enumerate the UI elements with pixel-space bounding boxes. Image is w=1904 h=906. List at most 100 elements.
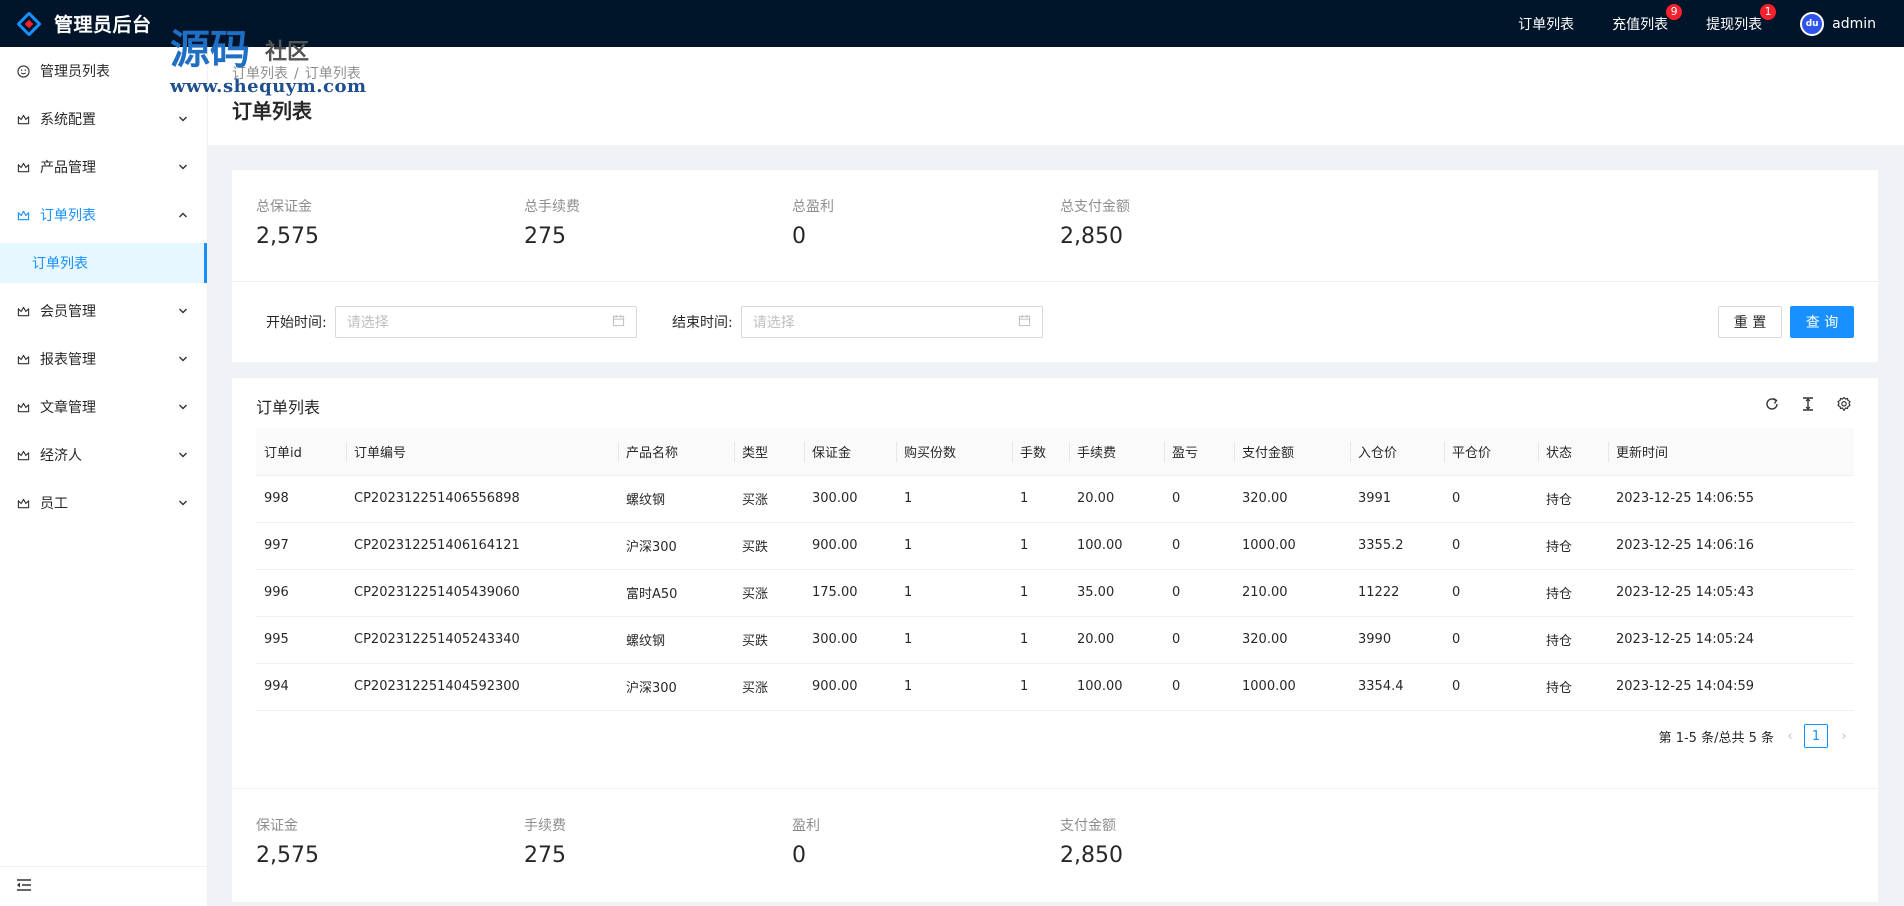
sidebar-collapse-button[interactable] bbox=[0, 866, 208, 906]
crown-icon bbox=[16, 208, 30, 222]
cell-pnl: 0 bbox=[1164, 616, 1234, 664]
cell-lots: 1 bbox=[1012, 663, 1069, 711]
column-header: 盈亏 bbox=[1164, 428, 1234, 476]
cell-payment: 1000.00 bbox=[1234, 663, 1350, 711]
header-link-orders[interactable]: 订单列表 bbox=[1518, 14, 1574, 34]
chevron-down-icon bbox=[177, 497, 189, 509]
cell-id: 996 bbox=[256, 569, 346, 617]
cell-product: 富时A50 bbox=[618, 569, 734, 617]
table-title: 订单列表 bbox=[256, 398, 321, 417]
cell-lots: 1 bbox=[1012, 616, 1069, 664]
table-row[interactable]: 997 CP202312251406164121 沪深300 买跌 900.00 1 1 10… bbox=[256, 522, 1854, 570]
avatar: du bbox=[1800, 11, 1825, 36]
cell-close-price: 0 bbox=[1444, 569, 1538, 617]
column-height-icon[interactable] bbox=[1798, 394, 1818, 414]
sidebar-item-label: 会员管理 bbox=[40, 304, 96, 320]
breadcrumb-item[interactable]: 订单列表 bbox=[232, 66, 288, 82]
header-link-recharge[interactable]: 充值列表 9 bbox=[1612, 3, 1683, 34]
cell-shares: 1 bbox=[896, 663, 1012, 711]
sidebar-item-label: 订单列表 bbox=[40, 208, 96, 224]
cell-updated: 2023-12-25 14:04:59 bbox=[1608, 663, 1854, 711]
column-header: 类型 bbox=[734, 428, 804, 476]
reload-icon[interactable] bbox=[1762, 394, 1782, 414]
cell-pnl: 0 bbox=[1164, 663, 1234, 711]
cell-open-price: 3354.4 bbox=[1350, 663, 1444, 711]
sidebar-item-members[interactable]: 会员管理 bbox=[0, 287, 207, 335]
user-menu[interactable]: du admin bbox=[1800, 11, 1876, 36]
table-toolbar bbox=[1746, 394, 1854, 414]
end-time-label: 结束时间: bbox=[672, 315, 733, 331]
chevron-left-icon[interactable]: ‹ bbox=[1780, 729, 1800, 744]
query-button[interactable]: 查 询 bbox=[1790, 306, 1854, 338]
end-time-field: 结束时间: 请选择 bbox=[672, 306, 1043, 338]
column-header: 订单编号 bbox=[346, 428, 618, 476]
sidebar-item-staff[interactable]: 员工 bbox=[0, 479, 207, 527]
start-time-picker[interactable]: 请选择 bbox=[334, 306, 637, 338]
cell-status: 持仓 bbox=[1538, 522, 1608, 570]
cell-id: 998 bbox=[256, 475, 346, 523]
column-header: 订单id bbox=[256, 428, 346, 476]
sidebar-item-reports[interactable]: 报表管理 bbox=[0, 335, 207, 383]
crown-icon bbox=[16, 304, 30, 318]
header-link-withdraw[interactable]: 提现列表 1 bbox=[1706, 3, 1777, 34]
cell-lots: 1 bbox=[1012, 569, 1069, 617]
cell-payment: 320.00 bbox=[1234, 616, 1350, 664]
summary-payment: 支付金额 2,850 bbox=[1060, 818, 1123, 868]
sidebar-subitem-order-list[interactable]: 订单列表 bbox=[0, 243, 207, 283]
end-time-picker[interactable]: 请选择 bbox=[740, 306, 1043, 338]
sidebar-item-label: 文章管理 bbox=[40, 400, 96, 416]
sidebar-item-admin-list[interactable]: 管理员列表 bbox=[0, 47, 207, 95]
sidebar-item-articles[interactable]: 文章管理 bbox=[0, 383, 207, 431]
order-table-card: 订单列表 订单id 订单编号 产品名称 类型 保证金 购买份数 手数 手续费 盈… bbox=[232, 378, 1878, 788]
sidebar-item-label: 经济人 bbox=[40, 448, 82, 464]
cell-close-price: 0 bbox=[1444, 475, 1538, 523]
chevron-right-icon[interactable]: › bbox=[1834, 729, 1854, 744]
table-row[interactable]: 994 CP202312251404592300 沪深300 买涨 900.00 1 1 10… bbox=[256, 663, 1854, 711]
logo[interactable]: 管理员后台 bbox=[0, 0, 210, 47]
cell-payment: 1000.00 bbox=[1234, 522, 1350, 570]
recharge-badge: 9 bbox=[1666, 3, 1683, 20]
page-button[interactable]: 1 bbox=[1804, 724, 1828, 748]
crown-icon bbox=[16, 112, 30, 126]
sidebar-item-products[interactable]: 产品管理 bbox=[0, 143, 207, 191]
table-row[interactable]: 996 CP202312251405439060 富时A50 买涨 175.00 1 1 35… bbox=[256, 569, 1854, 617]
crown-icon bbox=[16, 400, 30, 414]
page-header: 订单列表 / 订单列表 订单列表 bbox=[208, 47, 1904, 145]
smile-icon bbox=[16, 64, 30, 78]
sidebar-item-brokers[interactable]: 经济人 bbox=[0, 431, 207, 479]
cell-status: 持仓 bbox=[1538, 569, 1608, 617]
cell-open-price: 3990 bbox=[1350, 616, 1444, 664]
cell-updated: 2023-12-25 14:06:55 bbox=[1608, 475, 1854, 523]
table-row[interactable]: 995 CP202312251405243340 螺纹钢 买跌 300.00 1 1 20.0… bbox=[256, 616, 1854, 664]
start-time-field: 开始时间: 请选择 bbox=[266, 306, 637, 338]
cell-type: 买跌 bbox=[734, 522, 804, 570]
cell-shares: 1 bbox=[896, 475, 1012, 523]
sidebar: 管理员列表 系统配置 产品管理 订单列表 订单列表 会员管理 报表管理 文章管理… bbox=[0, 47, 208, 906]
cell-shares: 1 bbox=[896, 569, 1012, 617]
reset-button[interactable]: 重 置 bbox=[1718, 306, 1782, 338]
sidebar-item-system-config[interactable]: 系统配置 bbox=[0, 95, 207, 143]
table-row[interactable]: 998 CP202312251406556898 螺纹钢 买涨 300.00 1 1 20.0… bbox=[256, 475, 1854, 523]
start-time-label: 开始时间: bbox=[266, 315, 327, 331]
cell-updated: 2023-12-25 14:05:43 bbox=[1608, 569, 1854, 617]
cell-updated: 2023-12-25 14:06:16 bbox=[1608, 522, 1854, 570]
page-title: 订单列表 bbox=[232, 99, 312, 123]
top-header: 管理员后台 订单列表 充值列表 9 提现列表 1 du admin bbox=[0, 0, 1904, 47]
sidebar-item-label: 管理员列表 bbox=[40, 64, 110, 80]
username: admin bbox=[1832, 15, 1876, 32]
cell-lots: 1 bbox=[1012, 522, 1069, 570]
cell-id: 994 bbox=[256, 663, 346, 711]
stat-total-payment: 总支付金额 2,850 bbox=[1060, 199, 1130, 249]
cell-status: 持仓 bbox=[1538, 475, 1608, 523]
cell-order-no: CP202312251405243340 bbox=[346, 616, 618, 664]
sidebar-item-orders[interactable]: 订单列表 bbox=[0, 191, 207, 239]
app-title: 管理员后台 bbox=[54, 14, 152, 36]
column-header: 保证金 bbox=[804, 428, 896, 476]
column-header: 状态 bbox=[1538, 428, 1608, 476]
setting-icon[interactable] bbox=[1834, 394, 1854, 414]
pagination-total: 第 1-5 条/总共 5 条 bbox=[1658, 730, 1774, 746]
cell-open-price: 11222 bbox=[1350, 569, 1444, 617]
cell-pnl: 0 bbox=[1164, 569, 1234, 617]
crown-icon bbox=[16, 496, 30, 510]
cell-type: 买涨 bbox=[734, 663, 804, 711]
